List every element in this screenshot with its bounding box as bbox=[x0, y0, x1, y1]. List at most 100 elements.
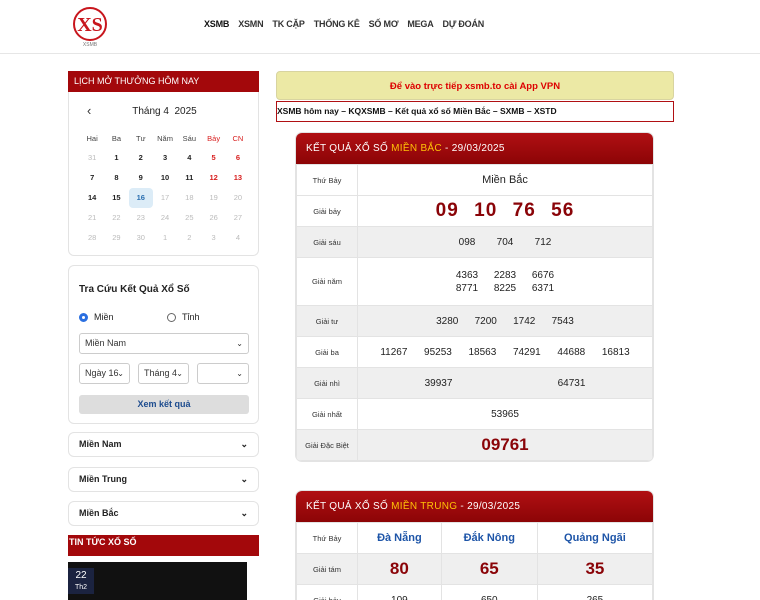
nav-tk-cap[interactable]: TK CẶP bbox=[272, 19, 305, 29]
prize-row: Giải ba 11267 95253 18563 74291 44688 16813 bbox=[296, 336, 653, 368]
nav-so-mo[interactable]: SỐ MƠ bbox=[369, 19, 399, 29]
calendar-day[interactable]: 19 bbox=[201, 188, 225, 208]
prize-number: 56 bbox=[551, 200, 575, 221]
prize-label: Giải năm bbox=[296, 257, 358, 306]
view-results-button[interactable]: Xem kết quả bbox=[79, 395, 249, 414]
prize-row: Giải sáu 098 704 712 bbox=[296, 226, 653, 258]
prize-number: 6371 bbox=[531, 282, 555, 294]
calendar-month-label: Tháng 4 2025 bbox=[132, 106, 197, 117]
prize-number: 95253 bbox=[424, 346, 452, 358]
prize-number: 8225 bbox=[493, 282, 517, 294]
nav-thong-ke[interactable]: THỐNG KÊ bbox=[314, 19, 360, 29]
prize-number: 16813 bbox=[601, 346, 630, 358]
region-select[interactable]: Miền Nam ⌄ bbox=[79, 333, 249, 354]
vpn-notice-banner[interactable]: Để vào trực tiếp xsmb.to cài App VPN bbox=[276, 71, 674, 100]
news-thumbnail[interactable] bbox=[68, 562, 247, 600]
calendar-day[interactable]: 31 bbox=[80, 148, 104, 168]
day-label: Thứ Bảy bbox=[296, 522, 358, 554]
prize-value: 109 bbox=[357, 584, 442, 600]
calendar-day[interactable]: 17 bbox=[153, 188, 177, 208]
calendar-day[interactable]: 27 bbox=[226, 208, 250, 228]
prize-value: 35 bbox=[536, 553, 653, 585]
calendar-day[interactable]: 16 bbox=[128, 188, 153, 208]
calendar-day[interactable]: 25 bbox=[177, 208, 201, 228]
radio-region[interactable]: Miền bbox=[79, 312, 114, 322]
nav-mega[interactable]: MEGA bbox=[407, 19, 433, 29]
prize-number: 10 bbox=[474, 200, 498, 221]
calendar-day[interactable]: 18 bbox=[177, 188, 201, 208]
calendar-day[interactable]: 1 bbox=[104, 148, 128, 168]
nav-xsmb[interactable]: XSMB bbox=[204, 19, 229, 29]
calendar-day[interactable]: 4 bbox=[177, 148, 201, 168]
calendar-day[interactable]: 22 bbox=[104, 208, 128, 228]
lookup-form: Tra Cứu Kết Quả Xổ Số Miền Tỉnh Miền Nam… bbox=[68, 265, 259, 424]
prize-values: 3280 7200 1742 7543 bbox=[357, 305, 653, 337]
calendar-day[interactable]: 3 bbox=[153, 148, 177, 168]
calendar-day[interactable]: 5 bbox=[201, 148, 225, 168]
prize-value: 650 bbox=[440, 584, 538, 600]
calendar-weekday: Tư bbox=[135, 134, 146, 143]
calendar-day[interactable]: 3 bbox=[201, 228, 225, 248]
province-quang-ngai[interactable]: Quảng Ngãi bbox=[536, 522, 653, 554]
calendar-day[interactable]: 11 bbox=[177, 168, 201, 188]
month-select[interactable]: Tháng 4 ⌄ bbox=[138, 363, 189, 384]
province-da-nang[interactable]: Đà Nẵng bbox=[357, 522, 442, 554]
calendar-day[interactable]: 2 bbox=[177, 228, 201, 248]
year-select[interactable]: ⌄ bbox=[197, 363, 249, 384]
calendar-day[interactable]: 4 bbox=[226, 228, 250, 248]
radio-checked-icon[interactable] bbox=[79, 312, 88, 322]
accordion-mien-bac[interactable]: Miền Bắc ⌄ bbox=[68, 501, 259, 526]
radio-unchecked-icon[interactable] bbox=[167, 312, 176, 322]
prize-row: Giải bảy 09 10 76 56 bbox=[296, 195, 653, 227]
prize-number: 098 bbox=[458, 236, 476, 248]
prize-number: 2283 bbox=[493, 269, 517, 281]
calendar-day[interactable]: 30 bbox=[129, 228, 153, 248]
province-dak-nong[interactable]: Đắk Nông bbox=[440, 522, 538, 554]
prize-number: 64731 bbox=[557, 377, 586, 389]
calendar-day[interactable]: 6 bbox=[226, 148, 250, 168]
calendar-weekday: Hai bbox=[86, 134, 98, 143]
calendar-widget: ‹ Tháng 4 2025 Hai Ba Tư Năm Sáu Bảy CN 31 1 2 3 4 5… bbox=[68, 92, 259, 256]
prize-number: 1742 bbox=[513, 315, 536, 327]
calendar-day[interactable]: 23 bbox=[129, 208, 153, 228]
calendar-day[interactable]: 9 bbox=[129, 168, 153, 188]
prize-number: 7200 bbox=[474, 315, 497, 327]
calendar-day[interactable]: 26 bbox=[201, 208, 225, 228]
accordion-mien-trung[interactable]: Miền Trung ⌄ bbox=[68, 467, 259, 492]
calendar-weekday: Năm bbox=[157, 134, 173, 143]
accordion-mien-nam[interactable]: Miền Nam ⌄ bbox=[68, 432, 259, 457]
calendar-day[interactable]: 12 bbox=[201, 168, 225, 188]
calendar-day[interactable]: 14 bbox=[80, 188, 104, 208]
nav-xsmn[interactable]: XSMN bbox=[238, 19, 263, 29]
prize-number: 11267 bbox=[380, 346, 408, 358]
calendar-day[interactable]: 8 bbox=[104, 168, 128, 188]
chevron-down-icon: ⌄ bbox=[240, 474, 248, 484]
prize-number: 7543 bbox=[551, 315, 574, 327]
calendar-day[interactable]: 24 bbox=[153, 208, 177, 228]
calendar-day[interactable]: 28 bbox=[80, 228, 104, 248]
prize-values: 39937 64731 bbox=[357, 367, 653, 399]
page-breadcrumb: XSMB hôm nay – KQXSMB – Kết quả xổ số Mi… bbox=[276, 101, 674, 122]
chevron-down-icon: ⌄ bbox=[240, 439, 248, 449]
calendar-day[interactable]: 7 bbox=[80, 168, 104, 188]
calendar-day[interactable]: 2 bbox=[129, 148, 153, 168]
calendar-day[interactable]: 21 bbox=[80, 208, 104, 228]
radio-province[interactable]: Tỉnh bbox=[167, 312, 200, 322]
calendar-day[interactable]: 29 bbox=[104, 228, 128, 248]
calendar-day[interactable]: 15 bbox=[104, 188, 128, 208]
result-table: Thứ Bảy Đà Nẵng Đắk Nông Quảng Ngãi Giải… bbox=[296, 522, 653, 600]
calendar-day[interactable]: 10 bbox=[153, 168, 177, 188]
site-logo[interactable]: XS XSMB bbox=[70, 4, 110, 48]
day-select[interactable]: Ngày 16 ⌄ bbox=[79, 363, 130, 384]
prize-number: 4363 bbox=[455, 269, 479, 281]
prize-number: 76 bbox=[512, 200, 536, 221]
calendar-day[interactable]: 20 bbox=[226, 188, 250, 208]
calendar-day[interactable]: 13 bbox=[226, 168, 250, 188]
lookup-title: Tra Cứu Kết Quả Xổ Số bbox=[79, 284, 190, 295]
nav-du-doan[interactable]: DỰ ĐOÁN bbox=[443, 19, 485, 29]
prize-number: 18563 bbox=[468, 346, 497, 358]
prize-number: 6676 bbox=[531, 269, 555, 281]
calendar-title: LỊCH MỞ THƯỞNG HÔM NAY bbox=[68, 71, 259, 92]
calendar-day[interactable]: 1 bbox=[153, 228, 177, 248]
chevron-down-icon: ⌄ bbox=[176, 369, 183, 378]
